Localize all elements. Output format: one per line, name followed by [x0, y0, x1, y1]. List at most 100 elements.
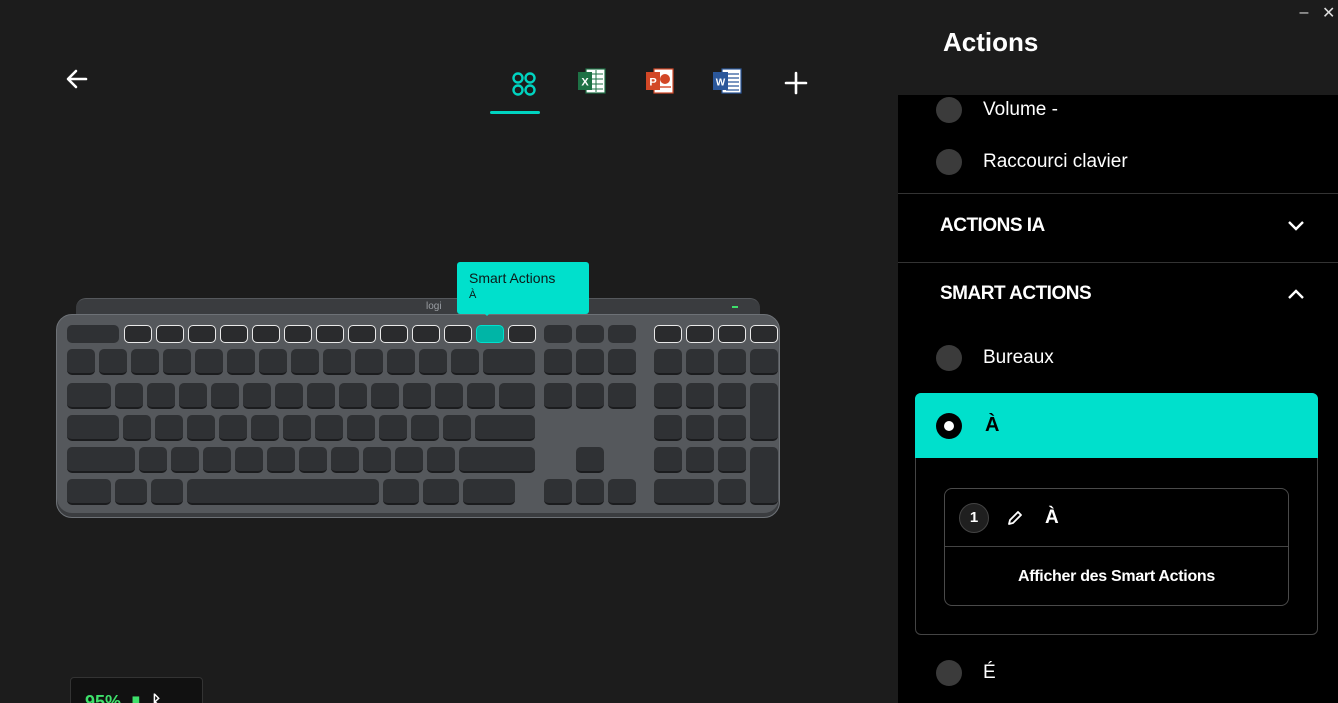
keyboard-key[interactable]: [67, 479, 111, 505]
keyboard-key[interactable]: [339, 383, 367, 409]
keyboard-key[interactable]: [291, 349, 319, 375]
keyboard-arrow-key[interactable]: [544, 479, 572, 505]
tab-add-app[interactable]: [762, 64, 830, 114]
keyboard-key[interactable]: [459, 447, 535, 473]
keyboard-key[interactable]: [483, 349, 535, 375]
keyboard-fn-key[interactable]: [156, 325, 184, 343]
keyboard-key[interactable]: [187, 415, 215, 441]
keyboard-key[interactable]: [179, 383, 207, 409]
keyboard-fn-key[interactable]: [444, 325, 472, 343]
radio-button[interactable]: [936, 345, 962, 371]
keyboard-key[interactable]: [395, 447, 423, 473]
keyboard-key[interactable]: [131, 349, 159, 375]
keyboard-key[interactable]: [427, 447, 455, 473]
keyboard-fn-key[interactable]: [188, 325, 216, 343]
keyboard-numpad-key[interactable]: [654, 415, 682, 441]
keyboard-numpad-key[interactable]: [654, 349, 682, 375]
keyboard-key[interactable]: [347, 415, 375, 441]
keyboard-key[interactable]: [283, 415, 311, 441]
keyboard-easy-switch-key[interactable]: [544, 325, 572, 343]
keyboard-key[interactable]: [323, 349, 351, 375]
keyboard-numpad-key[interactable]: [750, 349, 778, 375]
keyboard-nav-key[interactable]: [576, 349, 604, 375]
tab-powerpoint[interactable]: P: [626, 64, 694, 114]
tab-all-apps[interactable]: [490, 64, 558, 114]
keyboard-key[interactable]: [403, 383, 431, 409]
keyboard-key[interactable]: [211, 383, 239, 409]
keyboard-numpad-key[interactable]: [686, 415, 714, 441]
keyboard-key[interactable]: [379, 415, 407, 441]
keyboard-fn-key[interactable]: [124, 325, 152, 343]
keyboard-fn-key[interactable]: [750, 325, 778, 343]
keyboard-key[interactable]: [307, 383, 335, 409]
keyboard-numpad-key[interactable]: [686, 447, 714, 473]
keyboard-key[interactable]: [227, 349, 255, 375]
keyboard-fn-key[interactable]: [718, 325, 746, 343]
key-numpad-dot[interactable]: [718, 479, 746, 505]
keyboard-key[interactable]: [67, 415, 119, 441]
key-smart-action-selected[interactable]: [476, 325, 504, 343]
keyboard-fn-key[interactable]: [284, 325, 312, 343]
keyboard-key[interactable]: [259, 349, 287, 375]
keyboard-nav-key[interactable]: [608, 383, 636, 409]
keyboard-key[interactable]: [499, 383, 535, 409]
keyboard-fn-key[interactable]: [686, 325, 714, 343]
keyboard-key[interactable]: [411, 415, 439, 441]
keyboard-key[interactable]: [139, 447, 167, 473]
tab-excel[interactable]: X: [558, 64, 626, 114]
keyboard-nav-key[interactable]: [544, 383, 572, 409]
keyboard-fn-key[interactable]: [412, 325, 440, 343]
keyboard-key[interactable]: [67, 383, 111, 409]
keyboard-easy-switch-key[interactable]: [608, 325, 636, 343]
section-actions-ia[interactable]: ACTIONS IA: [940, 215, 1305, 237]
keyboard-nav-key[interactable]: [544, 349, 572, 375]
keyboard-key[interactable]: [463, 479, 515, 505]
keyboard-key[interactable]: [115, 383, 143, 409]
keyboard-key[interactable]: [275, 383, 303, 409]
keyboard-fn-key[interactable]: [316, 325, 344, 343]
smart-action-option-bureaux[interactable]: Bureaux: [936, 343, 1054, 373]
keyboard-key[interactable]: [235, 447, 263, 473]
keyboard-key[interactable]: [67, 349, 95, 375]
keyboard-key[interactable]: [443, 415, 471, 441]
keyboard-key[interactable]: [99, 349, 127, 375]
keyboard-key[interactable]: [387, 349, 415, 375]
keyboard-easy-switch-key[interactable]: [576, 325, 604, 343]
keyboard-key[interactable]: [151, 479, 183, 505]
keyboard-arrow-key[interactable]: [576, 479, 604, 505]
keyboard-key[interactable]: [419, 349, 447, 375]
keyboard-key[interactable]: [267, 447, 295, 473]
keyboard-numpad-key[interactable]: [718, 349, 746, 375]
radio-button[interactable]: [936, 149, 962, 175]
key-arrow-up[interactable]: [576, 447, 604, 473]
keyboard-numpad-key[interactable]: [718, 383, 746, 409]
keyboard-fn-key[interactable]: [654, 325, 682, 343]
keyboard-key[interactable]: [163, 349, 191, 375]
keyboard-key[interactable]: [115, 479, 147, 505]
keyboard-key[interactable]: [203, 447, 231, 473]
radio-button-selected[interactable]: [936, 412, 962, 439]
action-option-keyboard-shortcut[interactable]: Raccourci clavier: [936, 147, 1128, 177]
keyboard-numpad-key[interactable]: [718, 415, 746, 441]
keyboard-key[interactable]: [147, 383, 175, 409]
pencil-icon[interactable]: [1005, 508, 1025, 528]
radio-button[interactable]: [936, 660, 962, 686]
keyboard-key[interactable]: [423, 479, 459, 505]
key-numpad-plus[interactable]: [750, 383, 778, 441]
back-button[interactable]: [62, 64, 92, 94]
keyboard-key[interactable]: [155, 415, 183, 441]
close-button[interactable]: ✕: [1322, 3, 1338, 25]
keyboard-key[interactable]: [123, 415, 151, 441]
keyboard-key[interactable]: [331, 447, 359, 473]
radio-button[interactable]: [936, 97, 962, 123]
keyboard-key[interactable]: [315, 415, 343, 441]
key-esc[interactable]: [67, 325, 119, 343]
keyboard-fn-key[interactable]: [252, 325, 280, 343]
section-smart-actions[interactable]: SMART ACTIONS: [940, 283, 1305, 305]
keyboard-numpad-key[interactable]: [718, 447, 746, 473]
tab-word[interactable]: W: [694, 64, 762, 114]
keyboard-key[interactable]: [371, 383, 399, 409]
keyboard-key[interactable]: [451, 349, 479, 375]
action-option-volume-down[interactable]: Volume -: [936, 95, 1058, 125]
keyboard-fn-key[interactable]: [508, 325, 536, 343]
